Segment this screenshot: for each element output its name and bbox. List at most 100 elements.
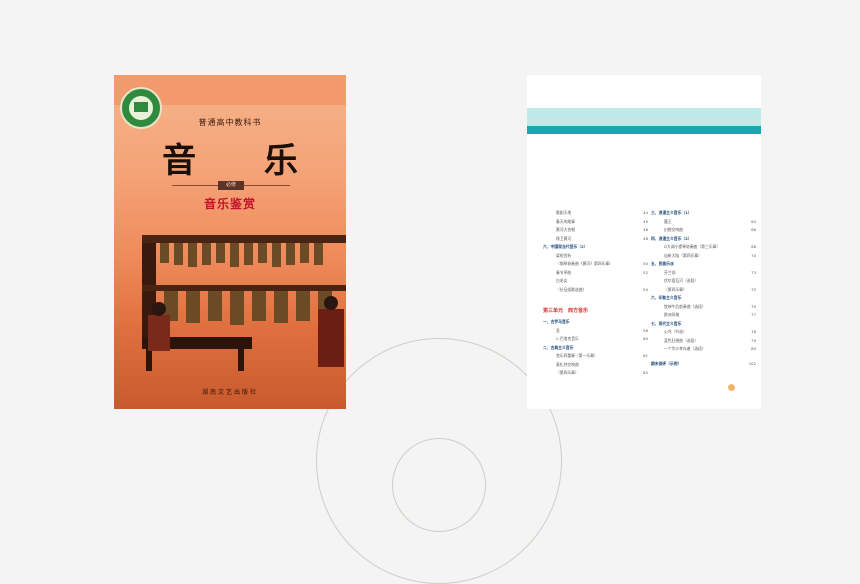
toc-entry-title: C.巴洛克音乐	[556, 336, 579, 341]
toc-entry-page: 75	[751, 303, 756, 309]
required-badge: 必修	[218, 181, 244, 190]
toc-entry-title: 圣	[556, 327, 560, 333]
toc-entry-title: （长征组歌选曲）	[556, 286, 587, 292]
toc-entry-page: 54	[643, 286, 648, 292]
toc-entry: （第四乐章） 73	[651, 286, 756, 295]
toc-entry-title: 伏尔塔瓦河（选段）	[664, 278, 699, 283]
toc-entry: 三、浪漫主义音乐（1）	[651, 209, 756, 218]
toc-entry-page: 50	[643, 261, 648, 266]
toc-entry-title: 弦乐四重奏（第一乐章）	[556, 353, 598, 358]
toc-entry: 蓝色狂想曲（选段） 79	[651, 337, 756, 346]
bianzhong-bells-illustration	[142, 235, 346, 371]
toc-entry-page: 73	[751, 286, 756, 292]
toc-entry: 自新大陆（第四乐章） 70	[651, 252, 756, 261]
toc-entry-page: 64	[751, 218, 756, 224]
toc-header-band-light	[527, 108, 761, 126]
toc-entry-title: 芬兰颂	[664, 269, 676, 275]
toc-entry-title: （第四乐章）	[556, 370, 579, 375]
toc-entry-title: 一、古罗马音乐	[543, 319, 570, 324]
toc-entry-title: 幻想交响曲	[664, 227, 683, 232]
toc-entry-title: 自新大陆（第四乐章）	[664, 252, 702, 258]
toc-entry-page: 73	[751, 269, 756, 275]
toc-entry: 第三单元 西方音乐	[543, 300, 648, 318]
toc-entry: 魔王 64	[651, 218, 756, 227]
toc-entry-page: 79	[751, 337, 756, 343]
toc-entry: 一、古罗马音乐	[543, 318, 648, 327]
toc-entry-title: 三、浪漫主义音乐（1）	[651, 210, 692, 215]
cover-series: 普通高中教科书	[198, 118, 262, 127]
toc-entry: 五、民族乐派	[651, 260, 756, 269]
toc-entry: 一个华沙幸存者（选段） 80	[651, 345, 756, 354]
toc-entry-title: 六、印象主义音乐	[651, 295, 682, 300]
toc-entry-title: 牧神午后前奏曲（选段）	[664, 303, 706, 309]
toc-entry-page: 60	[643, 336, 648, 341]
toc-entry-title: （第四乐章）	[664, 286, 687, 292]
toc-entry-page: 48	[643, 235, 648, 241]
toc-entry: 伏尔塔瓦河（选段）	[651, 277, 756, 286]
toc-entry-title: 第三单元 西方音乐	[543, 308, 589, 314]
toc-entry: 梁祝赏析	[543, 252, 648, 261]
toc-entry-page: 45	[643, 218, 648, 224]
toc-entry-page: 70	[751, 252, 756, 258]
toc-entry-page: 78	[751, 329, 756, 334]
toc-entry: 六、中国现当代音乐（2）	[543, 243, 648, 252]
toc-entry: 幻想交响曲 66	[651, 226, 756, 235]
toc-entry-title: 春天的故事	[556, 218, 575, 224]
toc-entry-title: D大调小提琴协奏曲（第三乐章）	[664, 244, 721, 249]
toc-entry: C.巴洛克音乐 60	[543, 335, 648, 344]
toc-entry: 白毛女	[543, 277, 648, 286]
toc-entry: 七、现代主义音乐	[651, 320, 756, 329]
toc-entry-title: 五、民族乐派	[651, 261, 674, 266]
book-cover: 普通高中教科书 音 乐 必修 音乐鉴赏 湖南文艺出版社	[114, 75, 346, 409]
toc-entry-title: 一个华沙幸存者（选段）	[664, 346, 706, 351]
cover-title: 音 乐	[162, 141, 326, 181]
toc-entry-title: （钢琴协奏曲《黄河》第四乐章）	[556, 261, 613, 266]
toc-entry-page: 58	[643, 327, 648, 333]
toc-entry-title: 期末测评（示例）	[651, 360, 682, 366]
toc-entry: 期末测评（示例） 102	[651, 360, 756, 369]
toc-entry-title: 蓝色狂想曲（选段）	[664, 337, 699, 343]
toc-entry: 莫扎特交响曲	[543, 361, 648, 370]
toc-entry: 黄河大合唱 46	[543, 226, 648, 235]
toc-entry: 保卫黄河 48	[543, 235, 648, 244]
toc-entry-title: 火鸟（节选）	[664, 329, 687, 334]
toc-entry-page: 66	[751, 227, 756, 232]
toc-entry: 欧洲风格 77	[651, 311, 756, 320]
toc-entry: 弦乐四重奏（第一乐章） 61	[543, 352, 648, 361]
decorative-circle-small	[392, 438, 486, 532]
toc-entry-title: 保卫黄河	[556, 235, 572, 241]
toc-entry-title: 六、中国现当代音乐（2）	[543, 244, 588, 249]
toc-entry-title: 莫扎特交响曲	[556, 361, 579, 367]
toc-entry-page: 46	[643, 227, 648, 232]
toc-entry-title: 四、浪漫主义音乐（2）	[651, 235, 692, 241]
toc-entry-title: 白毛女	[556, 278, 568, 283]
toc-entry: （钢琴协奏曲《黄河》第四乐章） 50	[543, 260, 648, 269]
toc-header-band-dark	[527, 126, 761, 134]
toc-entry: 歌剧天地 44	[543, 209, 648, 218]
cover-subtitle: 音乐鉴赏	[203, 197, 256, 211]
toc-entry-title: 黄河大合唱	[556, 227, 575, 232]
toc-right-column: 三、浪漫主义音乐（1） 魔王 64 幻想交响曲 66 四、浪漫主义音乐（2） D大调小提琴协…	[651, 209, 756, 368]
toc-entry-title: 春节序曲	[556, 269, 572, 275]
toc-entry: 火鸟（节选） 78	[651, 328, 756, 337]
toc-entry: 二、古典主义音乐	[543, 344, 648, 353]
cover-publisher: 湖南文艺出版社	[201, 389, 258, 396]
toc-entry-title: 二、古典主义音乐	[543, 344, 574, 350]
toc-entry: D大调小提琴协奏曲（第三乐章） 68	[651, 243, 756, 252]
toc-entry: （长征组歌选曲） 54	[543, 286, 648, 295]
table-of-contents-page: 歌剧天地 44 春天的故事 45 黄河大合唱 46 保卫黄河 48 六、中国现当代音乐（2） 梁祝…	[527, 75, 761, 409]
toc-left-column: 歌剧天地 44 春天的故事 45 黄河大合唱 46 保卫黄河 48 六、中国现当代音乐（2） 梁祝…	[543, 209, 648, 378]
toc-entry-title: 歌剧天地	[556, 210, 572, 215]
toc-entry: 春节序曲 52	[543, 269, 648, 278]
toc-entry-title: 魔王	[664, 218, 672, 224]
toc-entry-page: 102	[748, 360, 756, 366]
toc-entry: 圣 58	[543, 327, 648, 336]
toc-entry: （第四乐章） 62	[543, 369, 648, 378]
toc-entry-page: 52	[643, 269, 648, 275]
toc-entry-page: 80	[751, 346, 756, 351]
toc-entry-title: 七、现代主义音乐	[651, 320, 682, 326]
toc-entry: 牧神午后前奏曲（选段） 75	[651, 303, 756, 312]
toc-entry: 芬兰颂 73	[651, 269, 756, 278]
toc-entry-page: 62	[643, 370, 648, 375]
toc-entry: 四、浪漫主义音乐（2）	[651, 235, 756, 244]
